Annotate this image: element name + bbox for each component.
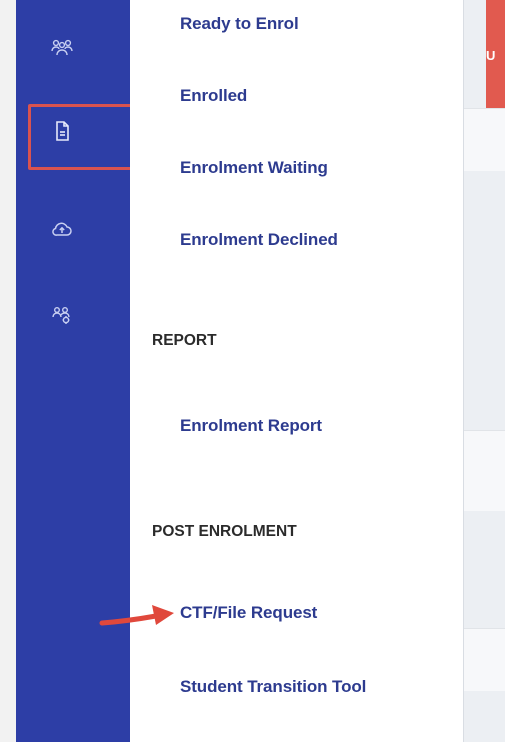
- users-group-icon[interactable]: [50, 35, 74, 59]
- report-section-heading: REPORT: [152, 332, 217, 349]
- nav-item-student-transition-tool[interactable]: Student Transition Tool: [180, 677, 366, 697]
- post-enrolment-section-heading: POST ENROLMENT: [152, 523, 297, 540]
- nav-item-enrolment-report[interactable]: Enrolment Report: [180, 416, 322, 436]
- nav-panel: [130, 0, 463, 742]
- arrow-annotation-icon: [98, 601, 178, 638]
- table-row: [464, 628, 505, 691]
- nav-item-enrolment-waiting[interactable]: Enrolment Waiting: [180, 158, 328, 178]
- nav-item-enrolled[interactable]: Enrolled: [180, 86, 247, 106]
- status-tab-label: U: [486, 48, 496, 63]
- cloud-upload-icon[interactable]: [50, 217, 74, 241]
- table-row: [464, 430, 505, 511]
- content-area-edge: U: [463, 0, 505, 742]
- nav-item-ready-to-enrol[interactable]: Ready to Enrol: [180, 14, 299, 34]
- nav-item-ctf-file-request[interactable]: CTF/File Request: [180, 603, 317, 623]
- window-edge: [0, 0, 16, 742]
- nav-item-enrolment-declined[interactable]: Enrolment Declined: [180, 230, 338, 250]
- users-settings-icon[interactable]: [50, 303, 74, 327]
- table-row: [464, 108, 505, 171]
- app-screen: Ready to Enrol Enrolled Enrolment Waitin…: [0, 0, 505, 742]
